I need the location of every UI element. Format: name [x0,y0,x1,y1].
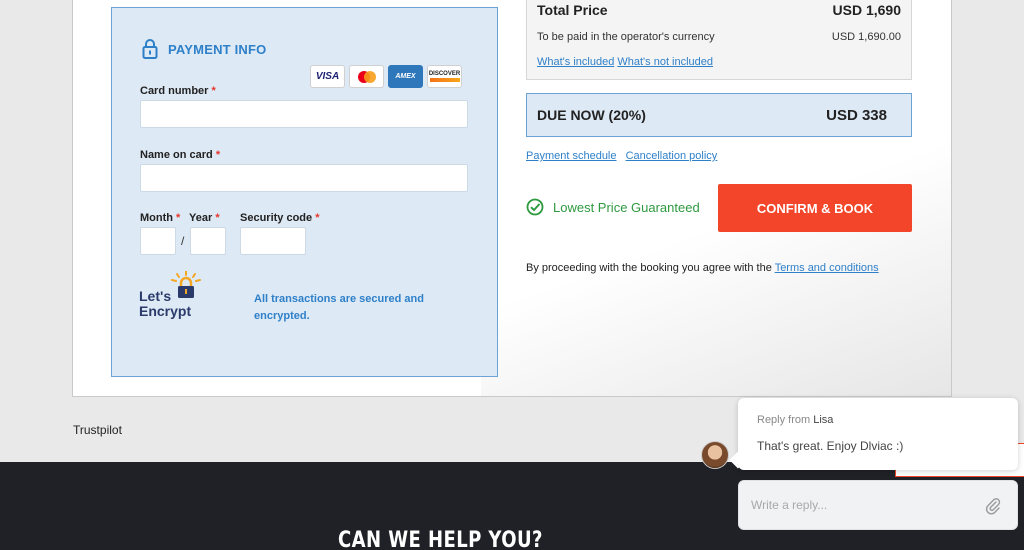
security-code-input[interactable] [240,227,306,255]
chat-reply-from: Reply from Lisa [757,414,834,426]
payment-info-panel: PAYMENT INFO VISA AMEX DISCOVER Card num… [111,7,498,377]
operator-currency-label: To be paid in the operator's currency [537,31,715,43]
visa-icon: VISA [310,65,345,88]
inclusion-links: What's included What's not included [537,56,713,68]
total-price-row: Total Price USD 1,690 [537,2,901,18]
confirm-book-button[interactable]: CONFIRM & BOOK [718,184,912,232]
terms-agreement: By proceeding with the booking you agree… [526,262,879,274]
cancellation-policy-link[interactable]: Cancellation policy [626,150,718,162]
payment-info-title: PAYMENT INFO [168,41,267,57]
lock-icon [142,39,158,59]
due-now-label: DUE NOW (20%) [537,107,646,123]
payment-schedule-link[interactable]: Payment schedule [526,150,617,162]
month-input[interactable] [140,227,176,255]
lowest-price-text: Lowest Price Guaranteed [553,199,700,215]
payment-info-header: PAYMENT INFO [142,38,266,60]
terms-conditions-link[interactable]: Terms and conditions [775,262,879,274]
due-now-panel: DUE NOW (20%) USD 338 [526,93,912,137]
card-number-input[interactable] [140,100,468,128]
accepted-cards: VISA AMEX DISCOVER [310,65,462,88]
operator-currency-row: To be paid in the operator's currency US… [537,31,901,43]
security-code-label: Security code * [240,212,320,224]
whats-included-link[interactable]: What's included [537,56,614,68]
name-on-card-input[interactable] [140,164,468,192]
due-now-amount: USD 338 [826,106,887,124]
chat-reply-input[interactable] [751,491,981,519]
trustpilot-label: Trustpilot [73,423,122,437]
chat-message-bubble: Reply from Lisa That's great. Enjoy Dlvi… [738,398,1018,470]
month-label: Month * [140,212,181,224]
year-label: Year * [189,212,220,224]
date-separator: / [181,234,185,248]
chat-agent-name: Lisa [813,414,834,426]
secure-transactions-text: All transactions are secured and encrypt… [254,293,424,322]
footer-heading: CAN WE HELP YOU? [338,528,543,550]
lowest-price-guarantee: Lowest Price Guaranteed [526,198,700,216]
operator-currency-value: USD 1,690.00 [831,31,901,43]
whats-not-included-link[interactable]: What's not included [617,56,713,68]
policy-links: Payment schedule Cancellation policy [526,150,723,162]
total-price-panel: Total Price USD 1,690 To be paid in the … [526,0,912,80]
check-circle-icon [526,198,544,216]
lets-encrypt-logo: Let's Encrypt [139,271,209,325]
mastercard-icon [349,65,384,88]
agent-avatar [701,441,729,469]
chat-reply-box [738,480,1018,530]
name-on-card-label: Name on card * [140,149,221,161]
paperclip-icon[interactable] [985,497,1001,515]
amex-icon: AMEX [388,65,423,88]
lets-encrypt-text: Let's Encrypt [139,288,192,319]
chat-message-text: That's great. Enjoy Dlviac :) [757,439,904,453]
year-input[interactable] [190,227,226,255]
card-number-label: Card number * [140,85,216,97]
total-price-label: Total Price [537,2,608,18]
discover-icon: DISCOVER [427,65,462,88]
total-price-value: USD 1,690 [832,2,901,18]
terms-agreement-text: By proceeding with the booking you agree… [526,262,775,274]
